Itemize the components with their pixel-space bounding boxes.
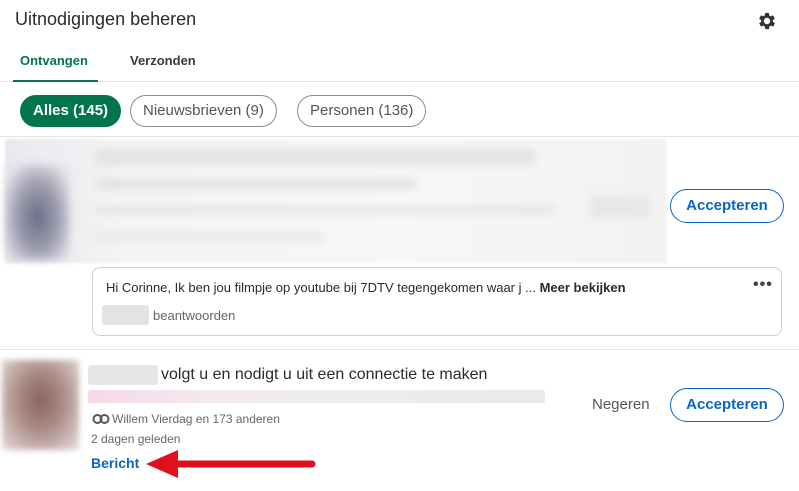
invitation-message: Hi Corinne, Ik ben jou filmpje op youtub… — [92, 267, 782, 336]
mutual-connections-text[interactable]: Willem Vierdag en 173 anderen — [112, 412, 280, 426]
page-header: Uitnodigingen beheren — [0, 0, 799, 40]
invitation-tabs: Ontvangen Verzonden — [0, 40, 799, 82]
message-text: Hi Corinne, Ik ben jou filmpje op youtub… — [106, 280, 536, 295]
redacted-headline — [95, 178, 415, 190]
timestamp: 2 dagen geleden — [91, 432, 181, 446]
divider — [0, 349, 799, 350]
gear-icon[interactable] — [756, 10, 778, 32]
redacted-details — [95, 205, 555, 215]
filter-people-pill[interactable]: Personen (136) — [297, 95, 427, 127]
active-tab-indicator — [13, 80, 98, 82]
more-options-icon[interactable]: ••• — [753, 276, 773, 294]
filter-all-pill[interactable]: Alles (145) — [20, 95, 122, 127]
redacted-sender-name — [102, 305, 149, 325]
ignore-button[interactable]: Negeren — [592, 396, 650, 413]
redacted-name[interactable] — [88, 365, 158, 385]
message-preview: Hi Corinne, Ik ben jou filmpje op youtub… — [106, 280, 626, 295]
accept-button[interactable]: Accepteren — [670, 388, 784, 422]
invitation-text: volgt u en nodigt u uit een connectie te… — [161, 366, 488, 383]
see-more-link[interactable]: Meer bekijken — [540, 280, 626, 295]
reply-link[interactable]: beantwoorden — [153, 308, 235, 323]
annotation-arrow-icon — [146, 450, 316, 478]
redacted-action — [590, 196, 650, 218]
message-button[interactable]: Bericht — [91, 455, 139, 471]
avatar — [5, 165, 70, 260]
avatar[interactable] — [2, 360, 79, 450]
filter-bar: Alles (145) Nieuwsbrieven (9) Personen (… — [0, 83, 799, 137]
tab-ontvangen[interactable]: Ontvangen — [20, 53, 88, 68]
redacted-meta — [95, 232, 325, 242]
accept-button[interactable]: Accepteren — [670, 189, 784, 223]
redacted-headline — [88, 390, 545, 403]
tab-verzonden[interactable]: Verzonden — [130, 53, 196, 68]
filter-newsletters-pill[interactable]: Nieuwsbrieven (9) — [130, 95, 277, 127]
mutual-connections-icon — [92, 414, 110, 424]
page-title: Uitnodigingen beheren — [15, 9, 197, 29]
redacted-name — [95, 148, 535, 166]
